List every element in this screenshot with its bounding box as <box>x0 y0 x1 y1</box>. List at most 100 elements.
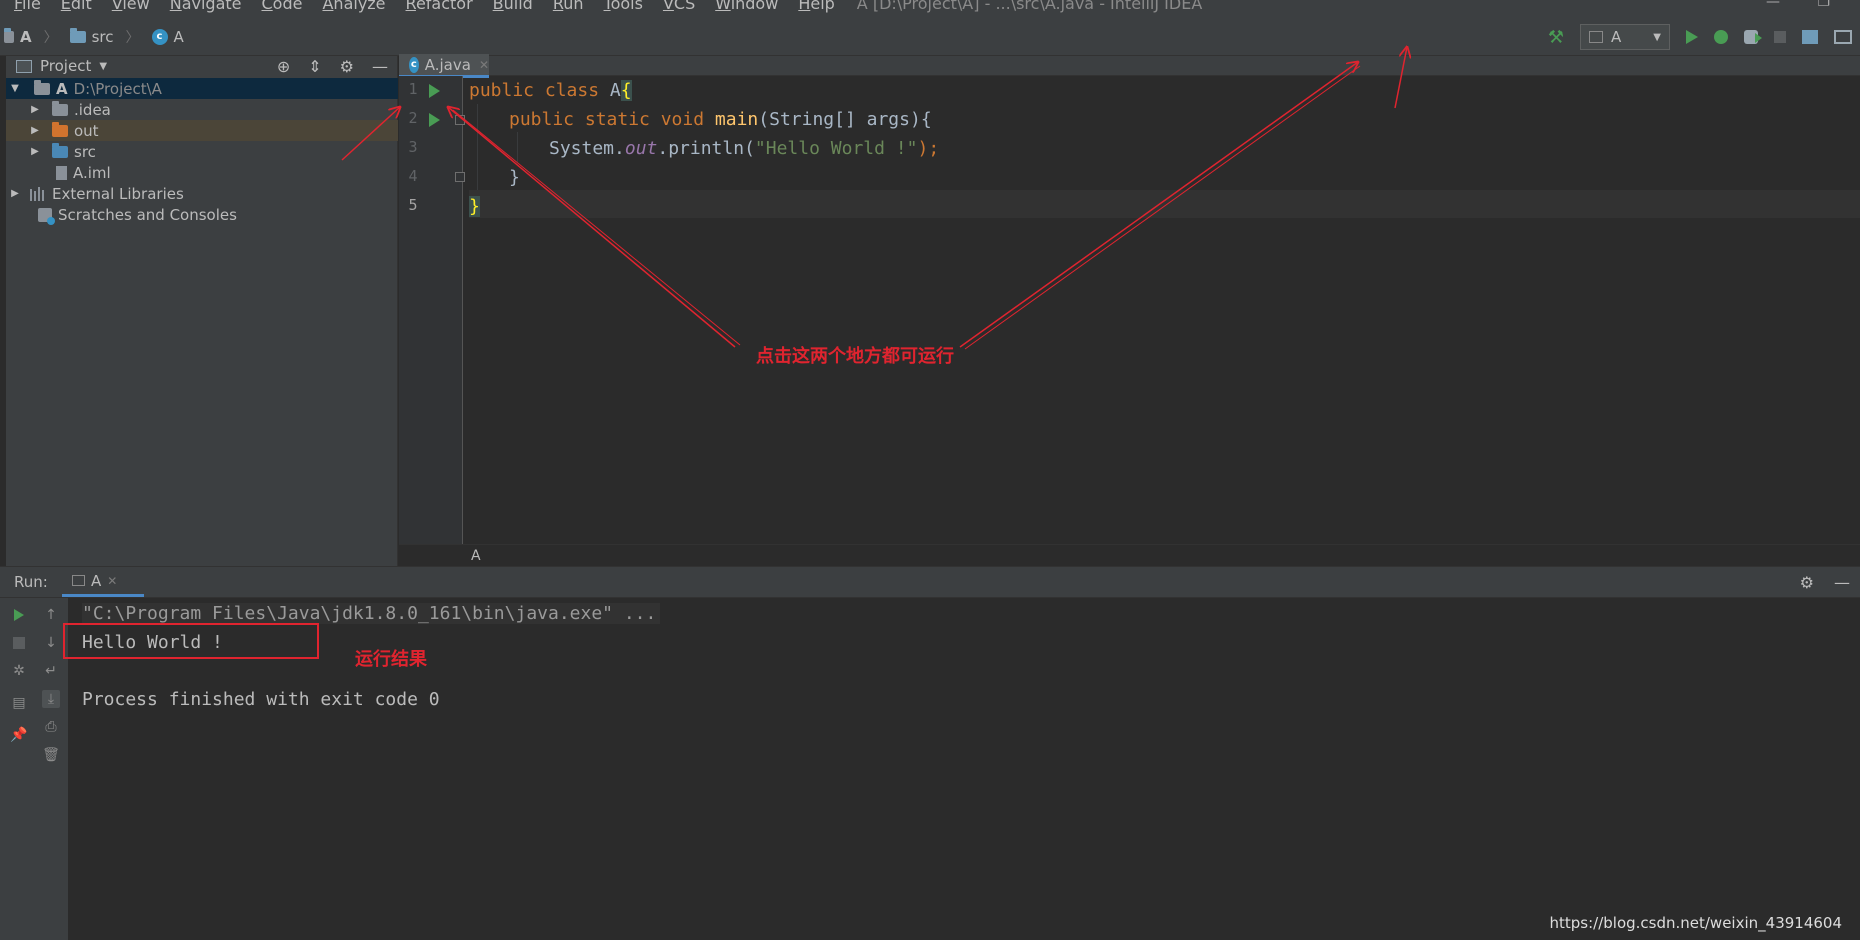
fold-marker-icon[interactable] <box>455 172 465 182</box>
tree-item-label: External Libraries <box>52 184 184 203</box>
up-arrow-icon[interactable]: ↑ <box>42 606 60 624</box>
tab-a-java[interactable]: c A.java ✕ <box>399 54 489 78</box>
line-number: 2 <box>408 109 418 127</box>
tree-item-iml[interactable]: A.iml <box>6 162 398 183</box>
run-panel-header: Run: A ✕ ⚙ — <box>0 566 1860 598</box>
menu-build[interactable]: Build <box>483 0 543 16</box>
debug-bug-icon[interactable]: ✲ <box>10 662 28 680</box>
chevron-right-icon: 〉 <box>43 29 58 46</box>
gutter-run-main-icon[interactable] <box>429 113 440 127</box>
project-view-icon <box>16 59 32 73</box>
gear-icon[interactable]: ⚙ <box>1800 573 1814 592</box>
code-area[interactable]: public class A{ public static void main(… <box>469 76 1860 544</box>
console-exit-line: Process finished with exit code 0 <box>82 689 440 710</box>
collapsed-arrow-icon[interactable]: ▶ <box>30 125 40 136</box>
menu-analyze[interactable]: Analyze <box>312 0 395 16</box>
layout-icon[interactable]: ▤ <box>10 694 28 712</box>
fold-marker-icon[interactable] <box>455 115 465 125</box>
source-folder-icon <box>52 142 68 158</box>
collapsed-arrow-icon[interactable]: ▶ <box>30 146 40 157</box>
run-label: Run: <box>14 573 48 591</box>
scroll-to-end-icon[interactable]: ⤓ <box>42 690 60 708</box>
menu-vcs[interactable]: VCS <box>653 0 705 16</box>
editor-tabs: c A.java ✕ <box>399 54 1860 78</box>
menu-edit[interactable]: Edit <box>51 0 102 16</box>
restore-icon[interactable]: ❐ <box>1817 0 1830 10</box>
run-side-toolbar: ✲ ▤ 📌 ↑ ↓ ↵ ⤓ ⎙ 🗑 <box>0 598 68 940</box>
tree-item-src[interactable]: ▶ src <box>6 141 398 162</box>
root-module-path: D:\Project\A <box>73 79 162 98</box>
iml-file-icon <box>56 165 67 180</box>
breadcrumb-src[interactable]: src <box>92 28 114 46</box>
trash-icon[interactable]: 🗑 <box>42 746 60 764</box>
breadcrumb-class[interactable]: A <box>174 28 184 46</box>
run-config-label: A <box>1611 28 1622 46</box>
menu-refactor[interactable]: Refactor <box>396 0 483 16</box>
menu-help[interactable]: Help <box>788 0 844 16</box>
tree-item-out[interactable]: ▶ out <box>6 120 398 141</box>
line-number: 1 <box>408 80 418 98</box>
menu-file[interactable]: File <box>4 0 51 16</box>
build-hammer-icon[interactable]: ⚒ <box>1548 27 1564 48</box>
close-icon[interactable]: ✕ <box>107 574 117 588</box>
terminal-icon[interactable] <box>1834 30 1852 44</box>
module-icon <box>4 27 14 43</box>
run-play-icon[interactable] <box>1686 30 1698 44</box>
project-tool-window: Project ▼ ⊕ ⇕ ⚙ — ▼ A D:\Project\A ▶ .id… <box>6 56 398 566</box>
editor-area: c A.java ✕ 1 2 3 4 5 public class A{ pub… <box>399 54 1860 566</box>
rerun-icon[interactable] <box>10 606 28 624</box>
stop-icon[interactable] <box>10 634 28 652</box>
debug-bug-icon[interactable] <box>1714 30 1728 44</box>
down-arrow-icon[interactable]: ↓ <box>42 634 60 652</box>
root-module-name: A <box>56 79 68 98</box>
minimize-icon[interactable]: — <box>1766 0 1780 10</box>
tree-item-idea[interactable]: ▶ .idea <box>6 99 398 120</box>
tree-item-scratches[interactable]: Scratches and Consoles <box>6 204 398 225</box>
run-with-coverage-icon[interactable] <box>1744 30 1762 44</box>
hide-minus-icon[interactable]: — <box>372 57 388 76</box>
gutter-run-class-icon[interactable] <box>429 84 440 98</box>
menu-run[interactable]: Run <box>543 0 594 16</box>
code-line-1: public class A{ <box>469 80 632 101</box>
hide-minus-icon[interactable]: — <box>1834 573 1850 592</box>
project-panel-header: Project ▼ ⊕ ⇕ ⚙ — <box>6 56 398 76</box>
project-view-title[interactable]: Project <box>40 57 91 75</box>
menu-navigate[interactable]: Navigate <box>160 0 252 16</box>
chevron-down-icon[interactable]: ▼ <box>99 61 107 72</box>
close-icon[interactable]: ✕ <box>479 58 489 72</box>
collapse-all-icon[interactable]: ⇕ <box>308 57 321 76</box>
project-tree: ▼ A D:\Project\A ▶ .idea ▶ out ▶ src A.i… <box>6 78 398 225</box>
soft-wrap-icon[interactable]: ↵ <box>42 662 60 680</box>
menu-tools[interactable]: Tools <box>594 0 653 16</box>
print-icon[interactable]: ⎙ <box>42 718 60 736</box>
run-hint-annotation: 点击这两个地方都可运行 <box>756 346 954 367</box>
tree-item-label: src <box>74 142 96 161</box>
menu-view[interactable]: View <box>102 0 160 16</box>
tree-item-external-libraries[interactable]: ▶ External Libraries <box>6 183 398 204</box>
folder-icon <box>52 100 68 116</box>
footer-class-crumb[interactable]: A <box>471 548 481 564</box>
expanded-arrow-icon[interactable]: ▼ <box>10 83 20 94</box>
window-title: A [D:\Project\A] - ...\src\A.java - Inte… <box>856 0 1203 13</box>
menu-bar: File Edit View Navigate Code Analyze Ref… <box>0 0 1860 18</box>
project-structure-icon[interactable] <box>1802 30 1818 44</box>
line-number: 4 <box>408 167 418 185</box>
menu-window[interactable]: Window <box>705 0 788 16</box>
menu-code[interactable]: Code <box>252 0 313 16</box>
breadcrumb-project[interactable]: A <box>20 28 32 46</box>
tree-item-root[interactable]: ▼ A D:\Project\A <box>6 78 398 99</box>
locate-target-icon[interactable]: ⊕ <box>277 57 290 76</box>
run-configuration-select[interactable]: A ▼ <box>1580 24 1670 50</box>
application-config-icon <box>72 575 85 586</box>
pin-icon[interactable]: 📌 <box>10 726 28 744</box>
run-tab-a[interactable]: A ✕ <box>62 567 144 597</box>
excluded-folder-icon <box>52 121 68 137</box>
collapsed-arrow-icon[interactable]: ▶ <box>10 188 20 199</box>
gear-icon[interactable]: ⚙ <box>340 57 354 76</box>
chevron-right-icon: 〉 <box>125 29 140 46</box>
code-line-3: System.out.println("Hello World !"); <box>549 138 940 159</box>
stop-icon[interactable] <box>1774 31 1786 43</box>
editor-breadcrumb-footer: A <box>399 544 1860 566</box>
console-output[interactable]: "C:\Program Files\Java\jdk1.8.0_161\bin\… <box>68 598 1860 940</box>
collapsed-arrow-icon[interactable]: ▶ <box>30 104 40 115</box>
